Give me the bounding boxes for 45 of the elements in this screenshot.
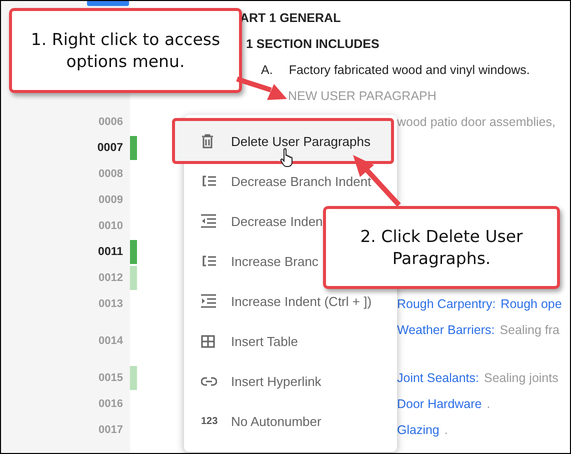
branch-indent-icon	[201, 255, 217, 267]
line-number: 0012	[98, 272, 123, 284]
callout-text: 1. Right click to access options menu.	[30, 28, 222, 72]
menu-item[interactable]: 123 No Autonumber	[184, 401, 397, 441]
line-number: 0017	[98, 424, 123, 436]
menu-item[interactable]: Insert Table	[184, 321, 397, 361]
menu-item[interactable]: Insert Hyperlink	[184, 361, 397, 401]
paragraph-text: Sealing fra	[500, 323, 560, 337]
callout-text: 2. Click Delete User Paragraphs.	[359, 226, 524, 270]
paragraph-text: wood patio door assemblies,	[397, 115, 556, 129]
indent-icon	[201, 214, 216, 228]
section-link[interactable]: Weather Barriers:	[397, 323, 495, 337]
hand-cursor-icon	[280, 148, 294, 167]
line-number: 0006	[98, 116, 123, 128]
line-number: 0016	[98, 398, 123, 410]
line-number: 0011	[98, 246, 123, 258]
line-number: 0013	[98, 298, 123, 310]
indent-icon	[201, 294, 216, 308]
placeholder-text: NEW USER PARAGRAPH	[288, 89, 436, 103]
line-number: 0007	[97, 142, 123, 154]
menu-item[interactable]: Delete User Paragraphs	[175, 121, 391, 161]
numbering-icon: 123	[201, 416, 218, 426]
line-number: 0015	[98, 372, 123, 384]
menu-item[interactable]: Decrease Branch Indent	[184, 161, 397, 201]
line-number: 0010	[98, 220, 123, 232]
link-icon	[201, 376, 217, 386]
paragraph-text: .	[444, 423, 448, 437]
table-icon	[201, 334, 215, 348]
line-number: 0009	[98, 194, 123, 206]
section-link[interactable]: Joint Sealants:	[397, 371, 479, 385]
branch-indent-icon	[201, 175, 217, 187]
paragraph-text: Sealing joints	[484, 371, 558, 385]
line-number: 0014	[98, 335, 123, 347]
section-link[interactable]: Rough Carpentry:	[397, 297, 496, 311]
list-marker: A.	[261, 63, 273, 77]
line-number: 0008	[98, 168, 123, 180]
trash-icon	[201, 134, 214, 148]
section-link[interactable]: Rough ope	[500, 297, 562, 311]
heading-text: 1 SECTION INCLUDES	[246, 37, 380, 51]
heading-text: ART 1 GENERAL	[240, 11, 341, 25]
paragraph-text: Factory fabricated wood and vinyl windows.	[288, 63, 530, 77]
menu-item[interactable]: Increase Indent (Ctrl + ])	[184, 281, 397, 321]
section-link[interactable]: Glazing	[397, 423, 440, 437]
paragraph-text: .	[486, 397, 490, 411]
section-link[interactable]: Door Hardware	[397, 397, 482, 411]
